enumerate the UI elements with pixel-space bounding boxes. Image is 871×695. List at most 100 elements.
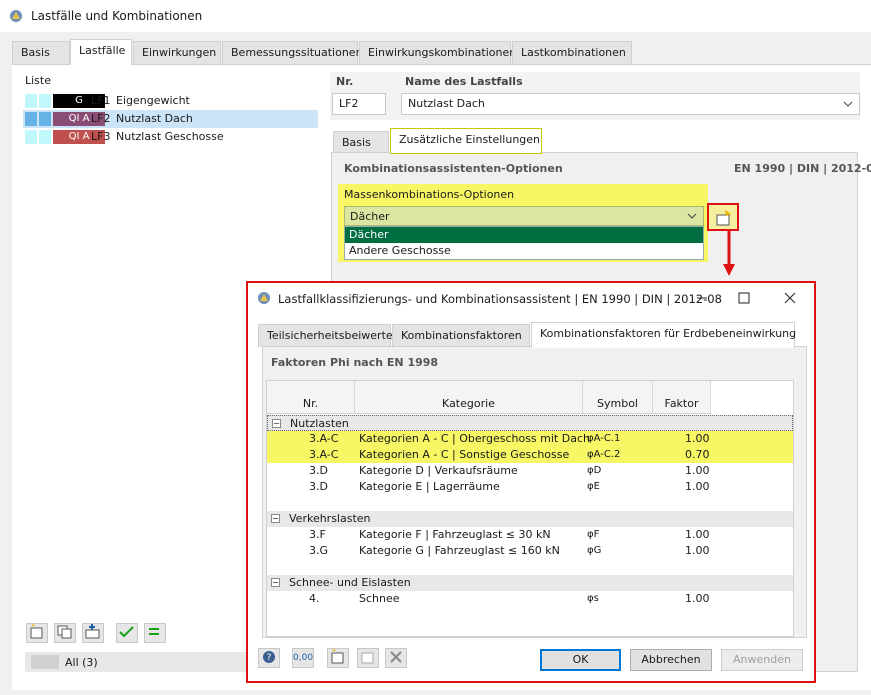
table-row[interactable]: 3.A-C Kategorien A - C | Sonstige Gescho… [267,447,793,463]
list-item[interactable]: QI A LF3 Nutzlast Geschosse [23,128,318,146]
list-header: Liste [25,74,51,87]
decimal-places-button[interactable]: 0,00 [292,648,314,668]
load-case-number: LF2 [91,112,111,125]
cell-faktor[interactable]: 0.70 [685,447,710,463]
cell-faktor[interactable]: 1.00 [685,543,710,559]
group-row-schnee-eislasten[interactable]: − Schnee- und Eislasten [267,575,793,591]
minimize-icon[interactable] [696,292,708,304]
collapse-icon[interactable]: − [272,419,281,428]
dialog-title: Lastfallklassifizierungs- und Kombinatio… [278,292,722,306]
column-header-faktor: Faktor [653,381,711,414]
name-label: Name des Lastfalls [405,75,523,88]
tab-lastfaelle[interactable]: Lastfälle [70,39,132,65]
cell-faktor[interactable]: 1.00 [685,479,710,495]
tab-einwirkungen[interactable]: Einwirkungen [133,41,221,64]
column-header-kategorie: Kategorie [355,381,583,414]
name-combobox[interactable]: Nutzlast Dach [401,93,860,115]
help-button[interactable]: ? [258,648,280,668]
table-row[interactable]: 3.A-C Kategorien A - C | Obergeschoss mi… [267,431,793,447]
column-header-nr: Nr. [267,381,355,414]
cell-nr: 3.A-C [309,432,339,445]
list-item[interactable]: QI A LF2 Nutzlast Dach [23,110,318,128]
renumber-button[interactable] [144,623,166,643]
subtab-zusaetzliche-einstellungen[interactable]: Zusätzliche Einstellungen [390,128,542,154]
edit-icon [361,652,374,664]
color-swatch [25,94,37,108]
insert-icon [85,624,100,639]
table-row[interactable]: 3.D Kategorie D | Verkaufsräume φD 1.00 [267,463,793,479]
cell-kategorie: Kategorien A - C | Obergeschoss mit Dach [359,432,590,445]
tab-bemessungssituationen[interactable]: Bemessungssituationen [222,41,363,64]
color-swatch [39,112,51,126]
ok-button[interactable]: OK [540,649,621,671]
cell-symbol: φD [587,465,602,476]
cell-kategorie: Kategorien A - C | Sonstige Geschosse [359,448,570,461]
table-row[interactable]: 3.F Kategorie F | Fahrzeuglast ≤ 30 kN φ… [267,527,793,543]
filter-dropdown[interactable]: All (3) [25,652,250,672]
close-icon[interactable] [784,292,796,304]
cell-kategorie: Kategorie F | Fahrzeuglast ≤ 30 kN [359,528,551,541]
load-case-number: LF3 [91,130,111,143]
copy-button[interactable] [54,623,76,643]
list-item[interactable]: G LF1 Eigengewicht [23,92,318,110]
delete-icon [390,651,402,663]
mass-value: Dächer [350,210,390,223]
cell-nr: 3.D [309,480,328,493]
mass-option-andere-geschosse[interactable]: Andere Geschosse [345,243,703,259]
delete-button[interactable] [385,648,407,668]
app-icon [258,292,270,304]
apply-button[interactable]: Anwenden [721,649,803,671]
factors-table: Nr. Kategorie Symbol Faktor − Nutzlasten… [266,380,794,637]
group-name: Nutzlasten [290,417,349,430]
group-row-nutzlasten[interactable]: − Nutzlasten [267,415,793,431]
tab-einwirkungskombinationen[interactable]: Einwirkungskombinationen [359,41,516,64]
nr-field[interactable]: LF2 [332,93,386,115]
tab-lastkombinationen[interactable]: Lastkombinationen [512,41,632,64]
red-arrow-icon [723,230,735,276]
cell-symbol: φG [587,545,602,556]
cell-faktor[interactable]: 1.00 [685,463,710,479]
tab-basis[interactable]: Basis [12,41,70,64]
check-button[interactable] [116,623,138,643]
subtab-basis[interactable]: Basis [333,131,389,154]
copy-icon [57,625,72,639]
collapse-icon[interactable]: − [271,578,280,587]
chevron-down-icon [687,213,697,219]
new-item-button[interactable] [327,648,349,668]
cell-kategorie: Kategorie G | Fahrzeuglast ≤ 160 kN [359,544,560,557]
cell-symbol: φA-C.1 [587,433,621,444]
check-icon [119,626,134,638]
group-row-verkehrslasten[interactable]: − Verkehrslasten [267,511,793,527]
cell-faktor[interactable]: 1.00 [685,431,710,447]
name-value: Nutzlast Dach [408,97,485,110]
maximize-icon[interactable] [738,292,750,304]
mass-option-daecher[interactable]: Dächer [345,227,703,243]
panel-title: Faktoren Phi nach EN 1998 [271,356,439,369]
cell-faktor[interactable]: 1.00 [685,591,710,607]
new-load-case-button[interactable] [26,623,48,643]
cell-faktor[interactable]: 1.00 [685,527,710,543]
combination-wizard-button[interactable] [707,203,739,231]
tab-teilsicherheitsbeiwerte[interactable]: Teilsicherheitsbeiwerte [258,324,393,347]
table-row[interactable]: 3.D Kategorie E | Lagerräume φE 1.00 [267,479,793,495]
tab-kombinationsfaktoren-erdbeben[interactable]: Kombinationsfaktoren für Erdbebeneinwirk… [531,322,796,348]
help-icon: ? [263,651,275,663]
tab-kombinationsfaktoren[interactable]: Kombinationsfaktoren [392,324,530,347]
cell-nr: 4. [309,592,320,605]
wizard-icon [716,210,731,226]
table-row[interactable]: 3.G Kategorie G | Fahrzeuglast ≤ 160 kN … [267,543,793,559]
cell-nr: 3.D [309,464,328,477]
collapse-icon[interactable]: − [271,514,280,523]
column-header-symbol: Symbol [583,381,653,414]
cancel-button[interactable]: Abbrechen [630,649,712,671]
new-item-icon [331,649,344,664]
cell-symbol: φF [587,529,600,540]
main-title-bar: Lastfälle und Kombinationen [0,0,871,32]
table-row[interactable]: 4. Schnee φs 1.00 [267,591,793,607]
mass-combobox[interactable]: Dächer [344,206,704,226]
edit-item-button[interactable] [357,648,379,668]
dialog-title-bar: Lastfallklassifizierungs- und Kombinatio… [248,283,814,313]
insert-button[interactable] [82,623,104,643]
load-case-number: LF1 [91,94,111,107]
renumber-icon [149,628,159,635]
